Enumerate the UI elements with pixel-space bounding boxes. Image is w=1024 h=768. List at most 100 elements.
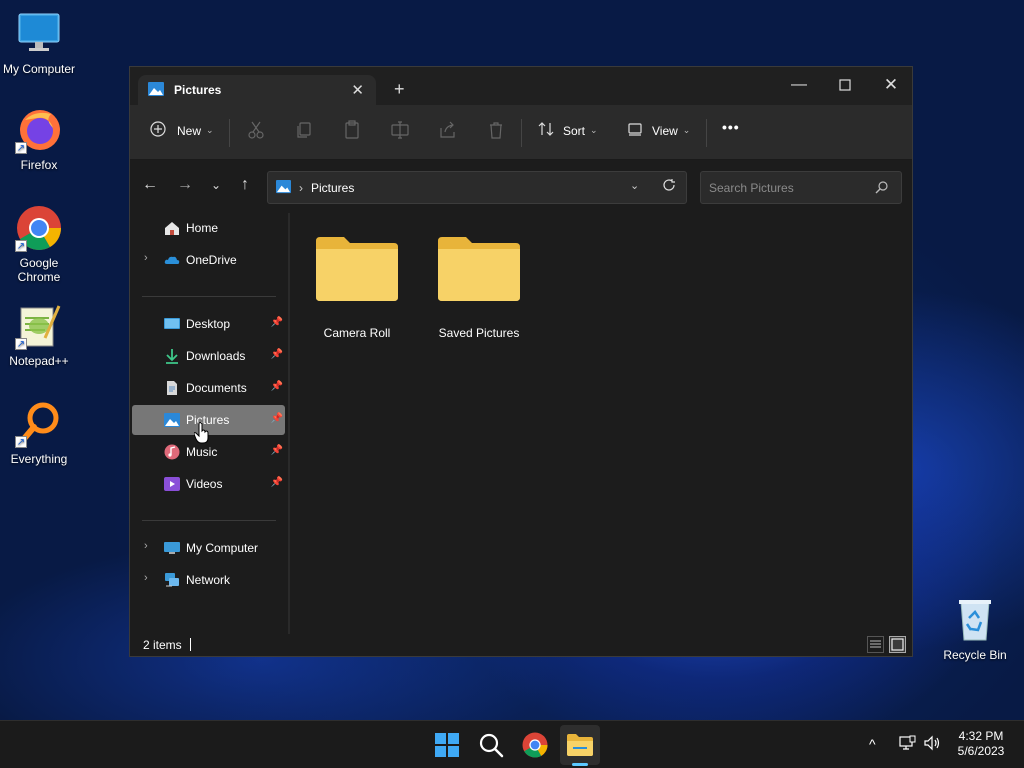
taskbar: ^ 4:32 PM 5/6/2023 <box>0 720 1024 768</box>
sidebar-item-onedrive[interactable]: › OneDrive <box>132 245 285 275</box>
sidebar-item-home[interactable]: Home <box>132 213 285 243</box>
shortcut-arrow-icon: ↗ <box>15 338 27 350</box>
cut-icon[interactable] <box>245 119 267 141</box>
status-bar: 2 items <box>130 634 912 656</box>
sort-button[interactable]: Sort ⌄ <box>538 121 598 140</box>
breadcrumb-pictures[interactable]: Pictures <box>311 181 354 195</box>
taskbar-file-explorer-button[interactable] <box>565 730 595 760</box>
file-list: Camera Roll Saved Pictures <box>290 213 912 637</box>
desktop-icon-everything[interactable]: ↗ Everything <box>0 400 79 466</box>
copy-icon[interactable] <box>293 119 315 141</box>
taskbar-chrome-button[interactable] <box>520 730 550 760</box>
sidebar-item-documents[interactable]: Documents 📌 <box>132 373 285 403</box>
title-bar: Pictures ✕ + — ✕ <box>130 67 912 105</box>
item-count: 2 items <box>143 638 182 652</box>
active-app-indicator <box>572 763 588 766</box>
music-icon <box>164 444 180 460</box>
desktop-icon-notepadpp[interactable]: ↗ Notepad++ <box>0 302 79 368</box>
search-input[interactable] <box>709 180 869 195</box>
pin-icon[interactable]: 📌 <box>271 413 283 424</box>
nav-divider <box>142 296 276 297</box>
pin-icon[interactable]: 📌 <box>271 381 283 392</box>
downloads-icon <box>164 348 180 364</box>
up-button[interactable]: ↑ <box>234 174 256 196</box>
sidebar-item-network[interactable]: › Network <box>132 565 285 595</box>
share-icon[interactable] <box>437 119 459 141</box>
taskbar-search-button[interactable] <box>476 730 506 760</box>
network-icon <box>164 572 180 588</box>
recycle-bin-icon <box>951 596 999 644</box>
details-view-button[interactable] <box>867 636 884 653</box>
pin-icon[interactable]: 📌 <box>271 445 283 456</box>
sidebar-item-downloads[interactable]: Downloads 📌 <box>132 341 285 371</box>
chevron-right-icon[interactable]: › <box>144 540 148 552</box>
chevron-right-icon[interactable]: › <box>144 572 148 584</box>
address-dropdown-icon[interactable]: ⌄ <box>630 179 639 192</box>
delete-icon[interactable] <box>485 119 507 141</box>
sort-label: Sort <box>563 123 586 138</box>
folder-name: Saved Pictures <box>438 326 520 340</box>
network-tray-icon[interactable] <box>898 735 916 754</box>
sidebar-item-my-computer[interactable]: › My Computer <box>132 533 285 563</box>
home-icon <box>164 220 180 236</box>
documents-icon <box>164 380 180 396</box>
refresh-icon[interactable] <box>662 178 676 195</box>
pin-icon[interactable]: 📌 <box>271 317 283 328</box>
desktop-icon-firefox[interactable]: ↗ Firefox <box>0 106 79 172</box>
view-button[interactable]: View ⌄ <box>627 121 690 140</box>
pictures-icon <box>276 179 291 197</box>
close-button[interactable]: ✕ <box>868 71 914 99</box>
desktop-icon-label: Everything <box>10 452 68 466</box>
new-button[interactable]: New ⌄ <box>150 121 214 140</box>
computer-icon <box>164 540 180 556</box>
chevron-right-icon[interactable]: › <box>144 252 148 264</box>
chrome-icon: ↗ <box>15 204 63 252</box>
back-button[interactable]: ← <box>139 174 161 196</box>
new-tab-button[interactable]: + <box>394 79 405 100</box>
maximize-button[interactable] <box>822 71 868 99</box>
breadcrumb-separator: › <box>299 180 303 195</box>
new-label: New <box>177 123 202 138</box>
tab-pictures[interactable]: Pictures ✕ <box>138 75 376 105</box>
sidebar-item-label: Home <box>186 221 219 235</box>
desktop-icon-recycle-bin[interactable]: Recycle Bin <box>935 596 1015 662</box>
pin-icon[interactable]: 📌 <box>271 349 283 360</box>
sidebar-item-label: Music <box>186 445 218 459</box>
chevron-down-icon: ⌄ <box>206 125 214 135</box>
forward-button[interactable]: → <box>174 174 196 196</box>
mouse-cursor <box>193 422 210 447</box>
sidebar-item-label: Downloads <box>186 349 246 363</box>
desktop-icon-label: My Computer <box>2 62 76 76</box>
paste-icon[interactable] <box>341 119 363 141</box>
clock-time: 4:32 PM <box>958 729 1004 743</box>
address-bar[interactable]: › Pictures ⌄ <box>267 171 687 204</box>
rename-icon[interactable] <box>389 119 411 141</box>
desktop-icon-label: Firefox <box>20 158 58 172</box>
clock[interactable]: 4:32 PM 5/6/2023 <box>950 729 1012 759</box>
see-more-button[interactable]: ••• <box>722 119 740 135</box>
folder-item[interactable]: Camera Roll <box>302 235 412 340</box>
sidebar-item-label: OneDrive <box>186 253 237 267</box>
recent-locations-button[interactable]: ⌄ <box>205 174 227 196</box>
desktop-icon-my-computer[interactable]: My Computer <box>0 10 79 76</box>
sidebar-item-videos[interactable]: Videos 📌 <box>132 469 285 499</box>
minimize-button[interactable]: — <box>776 71 822 99</box>
desktop-icon-chrome[interactable]: ↗ Google Chrome <box>0 204 79 284</box>
folder-item[interactable]: Saved Pictures <box>424 235 534 340</box>
command-bar: New ⌄ Sort ⌄ View ⌄ ••• <box>130 105 912 160</box>
everything-icon: ↗ <box>15 400 63 448</box>
sidebar-item-label: Desktop <box>186 317 231 331</box>
desktop-folder-icon <box>164 316 180 332</box>
tray-overflow-chevron[interactable]: ^ <box>869 736 876 752</box>
sidebar-item-label: Videos <box>186 477 223 491</box>
start-button[interactable] <box>432 730 462 760</box>
desktop-icon-label: Recycle Bin <box>943 648 1007 662</box>
search-box[interactable] <box>700 171 902 204</box>
pin-icon[interactable]: 📌 <box>271 477 283 488</box>
sidebar-item-desktop[interactable]: Desktop 📌 <box>132 309 285 339</box>
large-icons-view-button[interactable] <box>889 636 906 653</box>
sidebar-item-label: Documents <box>186 381 247 395</box>
tab-close-icon[interactable]: ✕ <box>351 81 364 99</box>
volume-tray-icon[interactable] <box>923 735 941 754</box>
folder-name: Camera Roll <box>323 326 391 340</box>
